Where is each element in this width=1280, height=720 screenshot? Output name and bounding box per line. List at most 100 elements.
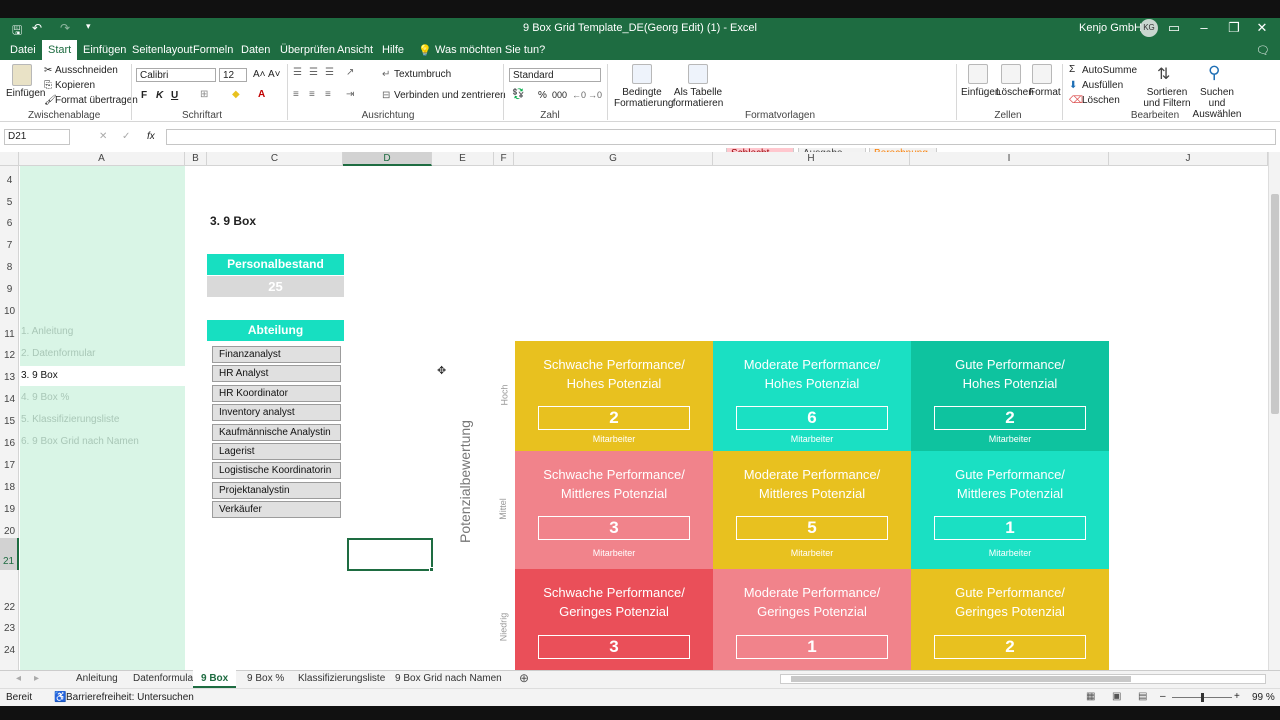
page-layout-icon[interactable]: ▣	[1112, 691, 1121, 702]
copy-button[interactable]: Kopieren	[55, 80, 95, 91]
nav-link[interactable]: 3. 9 Box	[20, 366, 185, 386]
row-header-23[interactable]: 23	[0, 623, 19, 637]
row-header-10[interactable]: 10	[0, 306, 19, 320]
avatar[interactable]: KG	[1140, 19, 1158, 37]
thousands-button[interactable]: 000	[552, 90, 567, 100]
format-as-table-icon[interactable]	[688, 64, 708, 84]
comments-icon[interactable]: 🗨	[1256, 44, 1270, 57]
tab-hilfe[interactable]: Hilfe	[382, 44, 404, 56]
delete-cells-icon[interactable]	[1001, 64, 1021, 84]
format-painter-button[interactable]: Format übertragen	[55, 95, 138, 106]
paste-icon[interactable]	[12, 64, 32, 86]
row-header-7[interactable]: 7	[0, 240, 19, 254]
copy-icon[interactable]: ⎘	[44, 80, 52, 91]
ribbon-display-icon[interactable]: ▭	[1164, 20, 1184, 36]
format-cells-button[interactable]: Format	[1029, 87, 1061, 98]
tab-formeln[interactable]: Formeln	[193, 44, 233, 56]
align-left-icon[interactable]: ≡	[293, 89, 299, 100]
department-filter-button[interactable]: Finanzanalyst	[212, 346, 341, 363]
find-select-button[interactable]: Suchen und Auswählen	[1192, 87, 1242, 120]
decrease-decimal-icon[interactable]: →0	[588, 90, 602, 100]
nav-link[interactable]: 4. 9 Box %	[21, 392, 69, 403]
tab-datei[interactable]: Datei	[10, 44, 36, 56]
sheet-tab[interactable]: Klassifizierungsliste	[298, 673, 385, 684]
nav-link[interactable]: 6. 9 Box Grid nach Namen	[21, 436, 139, 447]
department-filter-button[interactable]: Logistische Koordinatorin	[212, 462, 341, 480]
row-header-16[interactable]: 16	[0, 438, 19, 452]
merge-icon[interactable]: ⊟	[382, 90, 390, 101]
row-header-19[interactable]: 19	[0, 504, 19, 518]
department-filter-button[interactable]: Inventory analyst	[212, 404, 341, 422]
column-header-i[interactable]: I	[910, 152, 1109, 166]
sheet-tab[interactable]: 9 Box %	[247, 673, 284, 684]
nav-link[interactable]: 1. Anleitung	[21, 326, 73, 337]
column-header-b[interactable]: B	[185, 152, 207, 166]
row-header-21[interactable]: 21	[0, 538, 19, 570]
row-header-6[interactable]: 6	[0, 218, 19, 232]
tab-seitenlayout[interactable]: Seitenlayout	[132, 44, 193, 56]
column-header-d[interactable]: D	[343, 152, 432, 166]
sort-filter-icon[interactable]: ⇅	[1157, 64, 1170, 84]
column-header-h[interactable]: H	[713, 152, 910, 166]
restore-icon[interactable]: ❐	[1224, 20, 1244, 36]
align-bottom-icon[interactable]: ☰	[325, 67, 334, 78]
department-filter-button[interactable]: Verkäufer	[212, 501, 341, 519]
font-color-icon[interactable]: A	[258, 89, 265, 100]
row-header-11[interactable]: 11	[0, 329, 19, 343]
row-header-5[interactable]: 5	[0, 197, 19, 211]
autosum-button[interactable]: AutoSumme	[1082, 65, 1137, 76]
insert-cells-icon[interactable]	[968, 64, 988, 84]
zoom-level[interactable]: 99 %	[1252, 692, 1275, 703]
row-header-24[interactable]: 24	[0, 645, 19, 659]
minimize-icon[interactable]: –	[1194, 20, 1214, 35]
sheet-tab[interactable]: 9 Box Grid nach Namen	[395, 673, 502, 684]
bold-button[interactable]: F	[141, 90, 147, 101]
row-header-13[interactable]: 13	[0, 372, 19, 386]
underline-button[interactable]: U	[171, 90, 178, 101]
zoom-out-icon[interactable]: –	[1160, 691, 1166, 702]
align-center-icon[interactable]: ≡	[309, 89, 315, 100]
cut-button[interactable]: Ausschneiden	[55, 65, 118, 76]
column-header-g[interactable]: G	[514, 152, 713, 166]
conditional-format-icon[interactable]	[632, 64, 652, 84]
department-filter-button[interactable]: HR Analyst	[212, 365, 341, 383]
tab-scroll-left-icon[interactable]: ◂	[16, 673, 21, 684]
department-filter-button[interactable]: Kaufmännische Analystin	[212, 423, 341, 441]
increase-decimal-icon[interactable]: ←0	[572, 90, 586, 100]
fill-handle[interactable]	[429, 567, 434, 572]
tab-einfuegen[interactable]: Einfügen	[83, 44, 126, 56]
align-middle-icon[interactable]: ☰	[309, 67, 318, 78]
row-header-17[interactable]: 17	[0, 460, 19, 474]
percent-button[interactable]: %	[538, 90, 547, 101]
formula-input[interactable]	[166, 129, 1276, 145]
row-header-4[interactable]: 4	[0, 175, 19, 189]
department-filter-button[interactable]: HR Koordinator	[212, 384, 341, 402]
column-header-j[interactable]: J	[1109, 152, 1268, 166]
row-header-12[interactable]: 12	[0, 350, 19, 364]
nav-link[interactable]: 2. Datenformular	[21, 348, 95, 359]
sheet-tab[interactable]: Anleitung	[76, 673, 118, 684]
column-header-a[interactable]: A	[19, 152, 185, 166]
zoom-in-icon[interactable]: +	[1234, 691, 1240, 702]
paste-button[interactable]: Einfügen	[6, 88, 45, 99]
row-header-14[interactable]: 14	[0, 394, 19, 408]
tab-ueberpruefen[interactable]: Überprüfen	[280, 44, 335, 56]
borders-icon[interactable]: ⊞	[200, 89, 208, 100]
indent-icon[interactable]: ⇥	[346, 89, 354, 100]
name-box[interactable]: D21	[4, 129, 70, 145]
column-header-e[interactable]: E	[432, 152, 494, 166]
tab-ansicht[interactable]: Ansicht	[337, 44, 373, 56]
wrap-text-icon[interactable]: ↵	[382, 69, 390, 80]
department-filter-button[interactable]: Lagerist	[212, 443, 341, 460]
row-header-22[interactable]: 22	[0, 602, 19, 616]
insert-cells-button[interactable]: Einfügen	[961, 87, 1000, 98]
number-format-select[interactable]: Standard	[509, 68, 601, 82]
scrollbar-thumb[interactable]	[1271, 194, 1279, 414]
currency-icon[interactable]: 💱	[512, 89, 524, 100]
select-all-corner[interactable]	[0, 152, 19, 166]
shrink-font-icon[interactable]: A˅	[268, 69, 281, 80]
add-sheet-icon[interactable]: ⊕	[519, 671, 529, 685]
wrap-text-button[interactable]: Textumbruch	[394, 69, 451, 80]
search-icon[interactable]: ⚲	[1208, 63, 1220, 83]
row-header-8[interactable]: 8	[0, 262, 19, 276]
